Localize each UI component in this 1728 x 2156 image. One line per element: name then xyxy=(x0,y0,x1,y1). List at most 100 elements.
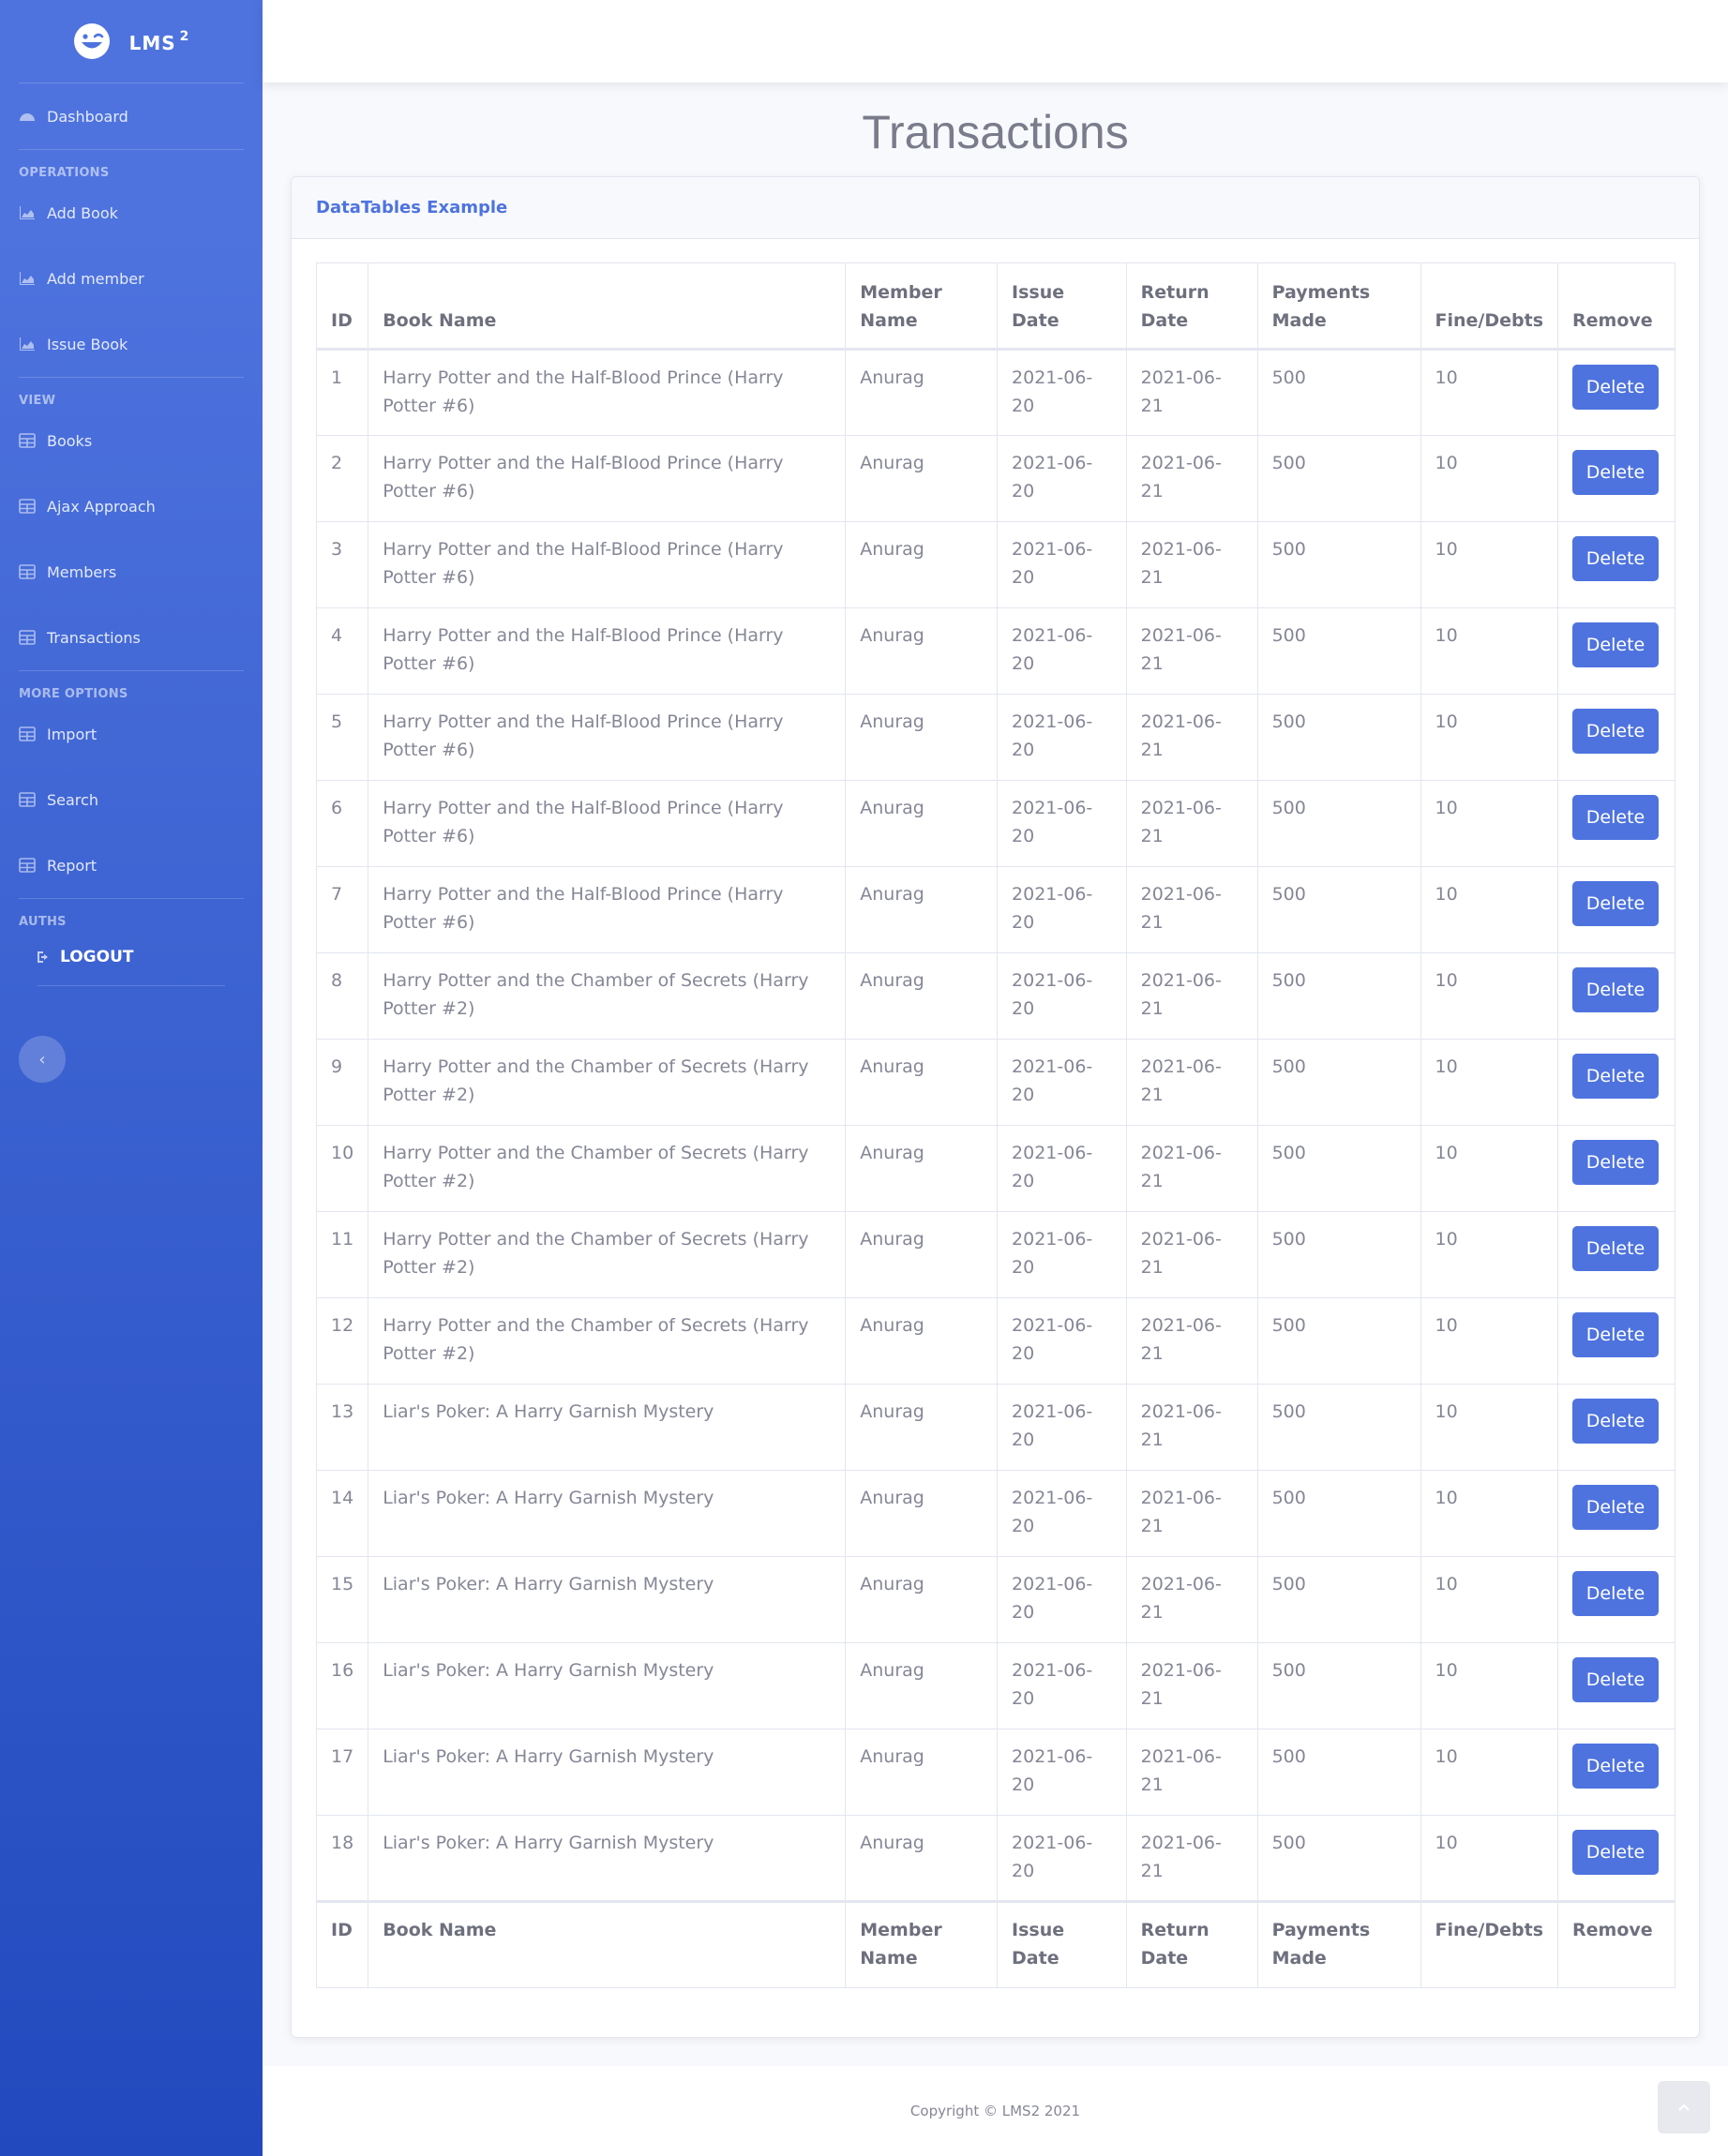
column-header-remove[interactable]: Remove xyxy=(1557,262,1675,351)
column-header-issue-date[interactable]: Issue Date xyxy=(997,262,1127,351)
sidebar-item-label: Import xyxy=(47,725,98,743)
delete-button[interactable]: Delete xyxy=(1572,709,1660,754)
delete-button[interactable]: Delete xyxy=(1572,795,1660,840)
logout-button[interactable]: LOGOUT xyxy=(0,929,263,985)
delete-button[interactable]: Delete xyxy=(1572,1399,1660,1444)
cell-payments-made: 500 xyxy=(1256,349,1421,436)
chart-area-icon xyxy=(20,206,35,219)
cell-book-name: Harry Potter and the Half-Blood Prince (… xyxy=(368,694,847,781)
topbar xyxy=(263,0,1728,82)
cell-member-name: Anurag xyxy=(845,1642,999,1729)
table-row: 16 Liar's Poker: A Harry Garnish Mystery A… xyxy=(315,1642,1675,1729)
cell-book-name: Harry Potter and the Half-Blood Prince (… xyxy=(368,607,847,695)
sidebar-item-import[interactable]: Import xyxy=(0,701,263,767)
cell-member-name: Anurag xyxy=(845,780,999,867)
delete-button[interactable]: Delete xyxy=(1572,536,1660,581)
column-header-issue-date[interactable]: Issue Date xyxy=(997,1900,1127,1988)
sidebar-item-ajax-approach[interactable]: Ajax Approach xyxy=(0,473,263,539)
cell-issue-date: 2021-06-20 xyxy=(997,349,1127,436)
delete-button[interactable]: Delete xyxy=(1572,365,1660,410)
cell-payments-made: 500 xyxy=(1256,952,1421,1040)
cell-book-name: Liar's Poker: A Harry Garnish Mystery xyxy=(368,1556,847,1643)
column-header-payments-made[interactable]: Payments Made xyxy=(1256,262,1421,351)
cell-issue-date: 2021-06-20 xyxy=(997,694,1127,781)
cell-fine-debts: 10 xyxy=(1420,1211,1559,1298)
cell-member-name: Anurag xyxy=(845,1297,999,1385)
column-header-book-name[interactable]: Book Name xyxy=(368,262,847,351)
sidebar-item-books[interactable]: Books xyxy=(0,408,263,473)
sidebar-item-members[interactable]: Members xyxy=(0,539,263,605)
cell-id: 10 xyxy=(315,1125,369,1212)
column-header-payments-made[interactable]: Payments Made xyxy=(1256,1900,1421,1988)
cell-issue-date: 2021-06-20 xyxy=(997,1729,1127,1816)
column-header-return-date[interactable]: Return Date xyxy=(1125,1900,1258,1988)
delete-button[interactable]: Delete xyxy=(1572,1571,1660,1616)
delete-button[interactable]: Delete xyxy=(1572,450,1660,495)
sidebar-item-add-book[interactable]: Add Book xyxy=(0,180,263,246)
delete-button[interactable]: Delete xyxy=(1572,1744,1660,1789)
cell-member-name: Anurag xyxy=(845,607,999,695)
cell-id: 9 xyxy=(315,1039,369,1126)
cell-remove: Delete xyxy=(1557,521,1675,608)
cell-member-name: Anurag xyxy=(845,1470,999,1557)
column-header-id[interactable]: ID xyxy=(315,1900,369,1988)
cell-payments-made: 500 xyxy=(1256,1642,1421,1729)
table-footer-row: ID Book Name Member Name Issue Date Return D… xyxy=(315,1900,1675,1988)
cell-member-name: Anurag xyxy=(845,435,999,522)
delete-button[interactable]: Delete xyxy=(1572,1830,1660,1875)
cell-remove: Delete xyxy=(1557,1470,1675,1557)
footer: Copyright © LMS2 2021 xyxy=(263,2066,1728,2156)
cell-return-date: 2021-06-21 xyxy=(1125,521,1258,608)
delete-button[interactable]: Delete xyxy=(1572,1054,1660,1099)
sidebar-item-report[interactable]: Report xyxy=(0,832,263,898)
cell-id: 11 xyxy=(315,1211,369,1298)
column-header-return-date[interactable]: Return Date xyxy=(1125,262,1258,351)
delete-button[interactable]: Delete xyxy=(1572,1140,1660,1185)
delete-button[interactable]: Delete xyxy=(1572,622,1660,667)
sidebar-heading-more-options: MORE OPTIONS xyxy=(19,687,128,701)
scroll-to-top-button[interactable] xyxy=(1658,2081,1710,2134)
column-header-remove[interactable]: Remove xyxy=(1557,1900,1675,1988)
column-header-fine-debts[interactable]: Fine/Debts xyxy=(1420,262,1559,351)
column-header-member-name[interactable]: Member Name xyxy=(845,1900,999,1988)
cell-id: 5 xyxy=(315,694,369,781)
table-icon xyxy=(19,499,36,514)
cell-payments-made: 500 xyxy=(1256,866,1421,953)
column-header-book-name[interactable]: Book Name xyxy=(368,1900,847,1988)
sidebar-toggle-button[interactable]: ‹ xyxy=(19,1036,66,1083)
table-row: 5 Harry Potter and the Half-Blood Prince … xyxy=(315,694,1675,781)
sidebar-item-transactions[interactable]: Transactions xyxy=(0,605,263,670)
delete-button[interactable]: Delete xyxy=(1572,1226,1660,1271)
column-header-id[interactable]: ID xyxy=(315,262,369,351)
column-header-fine-debts[interactable]: Fine/Debts xyxy=(1420,1900,1559,1988)
delete-button[interactable]: Delete xyxy=(1572,1485,1660,1530)
table-row: 18 Liar's Poker: A Harry Garnish Mystery A… xyxy=(315,1815,1675,1902)
sidebar-item-label: Ajax Approach xyxy=(47,497,156,516)
delete-button[interactable]: Delete xyxy=(1572,1312,1660,1357)
table-row: 9 Harry Potter and the Chamber of Secrets… xyxy=(315,1039,1675,1126)
cell-remove: Delete xyxy=(1557,1297,1675,1385)
sidebar-item-label: Report xyxy=(47,856,98,875)
sidebar-item-search[interactable]: Search xyxy=(0,767,263,832)
cell-payments-made: 500 xyxy=(1256,694,1421,781)
cell-return-date: 2021-06-21 xyxy=(1125,1729,1258,1816)
column-header-member-name[interactable]: Member Name xyxy=(845,262,999,351)
cell-member-name: Anurag xyxy=(845,1039,999,1126)
cell-fine-debts: 10 xyxy=(1420,866,1559,953)
sidebar-item-issue-book[interactable]: Issue Book xyxy=(0,311,263,377)
table-icon xyxy=(19,433,36,448)
brand-link[interactable]: LMS 2 xyxy=(0,0,263,82)
cell-id: 15 xyxy=(315,1556,369,1643)
table-icon xyxy=(19,630,36,645)
delete-button[interactable]: Delete xyxy=(1572,1657,1660,1702)
delete-button[interactable]: Delete xyxy=(1572,881,1660,926)
card-title: DataTables Example xyxy=(292,177,1699,239)
sidebar-item-dashboard[interactable]: Dashboard xyxy=(0,83,263,149)
cell-member-name: Anurag xyxy=(845,521,999,608)
delete-button[interactable]: Delete xyxy=(1572,967,1660,1012)
table-icon xyxy=(19,726,36,741)
sidebar-item-add-member[interactable]: Add member xyxy=(0,246,263,311)
cell-payments-made: 500 xyxy=(1256,1297,1421,1385)
cell-id: 3 xyxy=(315,521,369,608)
cell-book-name: Liar's Poker: A Harry Garnish Mystery xyxy=(368,1642,847,1729)
